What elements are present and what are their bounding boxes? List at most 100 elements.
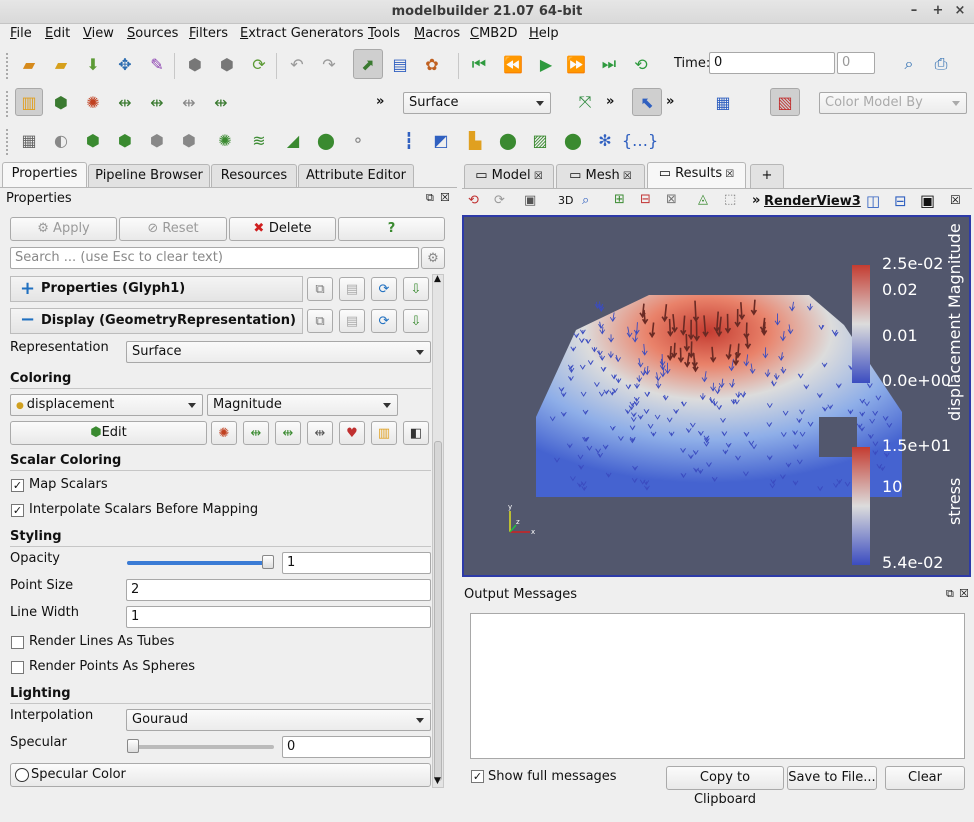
next-frame-icon[interactable]: ⏩ xyxy=(563,51,589,77)
save-state-icon[interactable]: ⬢ xyxy=(214,51,240,77)
palette-icon[interactable]: ✿ xyxy=(419,51,445,77)
camera-sync-icon[interactable]: ▤ xyxy=(387,51,413,77)
close-panel-icon[interactable]: ☒ xyxy=(440,191,450,204)
advanced-gear-icon[interactable]: ⚙ xyxy=(421,247,445,269)
split-horizontal-icon[interactable]: ◫ xyxy=(866,192,880,210)
grid-icon[interactable]: ▦ xyxy=(710,89,736,115)
scroll-up-icon[interactable]: ▲ xyxy=(434,274,441,284)
rainbow-map-icon[interactable]: ▧ xyxy=(770,88,800,116)
load-state-icon[interactable]: ⬢ xyxy=(182,51,208,77)
select-block-icon[interactable]: ⊠ xyxy=(666,192,677,207)
results-tab-close-icon[interactable]: ☒ xyxy=(722,169,734,180)
group-datasets-icon[interactable]: ⬤ xyxy=(313,127,339,153)
color-legend-icon[interactable]: ⬢ xyxy=(48,89,74,115)
camera-orient-icon[interactable]: ⬉ xyxy=(632,88,662,116)
separate-color-map-icon[interactable]: ◧ xyxy=(403,421,429,445)
tab-model[interactable]: ▭ Model ☒ xyxy=(464,164,554,188)
float-panel-icon[interactable]: ⧉ xyxy=(426,191,434,205)
save-display-default-icon[interactable]: ⇩ xyxy=(403,309,429,333)
maximize-view-icon[interactable]: ▣ xyxy=(920,191,935,210)
tab-pipeline-browser[interactable]: Pipeline Browser xyxy=(88,164,210,188)
plot-over-line-icon[interactable]: ◩ xyxy=(428,127,454,153)
rescale-custom-range-icon[interactable]: ⇹ xyxy=(275,421,301,445)
menu-file[interactable]: File xyxy=(10,26,32,41)
redo-icon[interactable]: ↷ xyxy=(316,51,342,77)
view-capture-icon[interactable]: ⟲ xyxy=(468,193,479,208)
tab-results[interactable]: ▭ Results ☒ xyxy=(647,162,746,188)
camera-snapshot-icon[interactable]: ▣ xyxy=(524,193,536,208)
menu-tools[interactable]: Tools xyxy=(368,26,400,41)
open-folder-icon[interactable]: ▰ xyxy=(16,51,42,77)
menu-help[interactable]: Help xyxy=(529,26,559,41)
point-size-input[interactable]: 2 xyxy=(126,579,431,601)
last-frame-icon[interactable]: ⏭ xyxy=(596,51,622,77)
loop-icon[interactable]: ⟲ xyxy=(628,51,654,77)
menu-macros[interactable]: Macros xyxy=(414,26,460,41)
map-scalars-checkbox[interactable]: ✓ xyxy=(11,479,24,492)
reset-camera-icon[interactable]: ⤧ xyxy=(572,89,598,115)
minimize-icon[interactable]: – xyxy=(906,3,922,19)
first-frame-icon[interactable]: ⏮ xyxy=(466,51,492,77)
color-map-editor-icon[interactable]: ▥ xyxy=(15,88,43,116)
grow-selection-icon[interactable]: ◬ xyxy=(698,192,708,207)
paste-display-icon[interactable]: ▤ xyxy=(339,309,365,333)
tab-attribute-editor[interactable]: Attribute Editor xyxy=(298,164,414,188)
render-canvas[interactable]: 2.5e-02 0.02 0.01 0.0e+00 displacement M… xyxy=(464,217,969,575)
select-points-icon[interactable]: ⊟ xyxy=(640,192,651,207)
menu-edit[interactable]: Edit xyxy=(45,26,70,41)
output-messages-text[interactable] xyxy=(470,613,965,759)
render-view[interactable]: 2.5e-02 0.02 0.01 0.0e+00 displacement M… xyxy=(462,215,971,577)
scrollbar-thumb[interactable] xyxy=(434,441,442,781)
coloring-array-select[interactable]: ● displacement xyxy=(10,394,203,416)
copy-to-clipboard-button[interactable]: Copy to Clipboard xyxy=(666,766,784,807)
rescale-view-icon[interactable]: ⇹ xyxy=(208,89,234,115)
extract-subset-icon[interactable]: ⬢ xyxy=(176,127,202,153)
threshold-icon[interactable]: ⬢ xyxy=(144,127,170,153)
rescale-temporal-icon[interactable]: ⇹ xyxy=(144,89,170,115)
disconnect-icon[interactable]: ✎ xyxy=(144,51,170,77)
render-spheres-checkbox[interactable] xyxy=(11,661,24,674)
clear-button[interactable]: Clear xyxy=(885,766,965,790)
toolbar-overflow-icon[interactable]: » xyxy=(376,94,384,109)
interpolation-select[interactable]: Gouraud xyxy=(126,709,431,731)
render-tubes-checkbox[interactable] xyxy=(11,636,24,649)
save-data-icon[interactable]: ⬇ xyxy=(80,51,106,77)
opacity-slider-track[interactable] xyxy=(127,561,274,565)
specular-input[interactable]: 0 xyxy=(282,736,431,758)
zoom-inspect-icon[interactable]: ⌕ xyxy=(896,51,922,77)
representation-combo[interactable]: Surface xyxy=(403,92,551,114)
menu-sources[interactable]: Sources xyxy=(127,26,178,41)
show-full-messages-checkbox[interactable]: ✓ xyxy=(471,770,484,783)
undo-icon[interactable]: ↶ xyxy=(284,51,310,77)
opacity-input[interactable]: 1 xyxy=(282,552,431,574)
timestep-spinbox[interactable]: 0 xyxy=(837,52,875,74)
menu-view[interactable]: View xyxy=(83,26,114,41)
delete-button[interactable]: ✖ Delete xyxy=(229,217,336,241)
interpolate-scalars-checkbox[interactable]: ✓ xyxy=(11,504,24,517)
menu-filters[interactable]: Filters xyxy=(189,26,228,41)
python-calc-icon[interactable]: {…} xyxy=(622,127,658,153)
opacity-slider-handle[interactable] xyxy=(262,555,274,569)
color-reset-icon[interactable]: ✺ xyxy=(211,421,237,445)
output-float-icon[interactable]: ⧉ xyxy=(946,587,954,601)
choose-preset-icon[interactable]: ♥ xyxy=(339,421,365,445)
maximize-icon[interactable]: + xyxy=(930,3,946,19)
line-width-input[interactable]: 1 xyxy=(126,606,431,628)
rescale-visible-icon[interactable]: ⇹ xyxy=(176,89,202,115)
save-default-icon[interactable]: ⇩ xyxy=(403,277,429,301)
specular-slider-handle[interactable] xyxy=(127,739,139,753)
scalar-bar-icon[interactable]: ▥ xyxy=(371,421,397,445)
stream-tracer-icon[interactable]: ≋ xyxy=(246,127,272,153)
open-file-icon[interactable]: ▰ xyxy=(48,51,74,77)
histogram-icon[interactable]: ▙ xyxy=(462,127,488,153)
reset-range-icon[interactable]: ✺ xyxy=(80,89,106,115)
view-toolbar-overflow-icon[interactable]: » xyxy=(752,193,760,208)
help-button[interactable]: ? xyxy=(338,217,445,241)
reset-button[interactable]: ⊘ Reset xyxy=(119,217,227,241)
paste-props-icon[interactable]: ▤ xyxy=(339,277,365,301)
connect-icon[interactable]: ✥ xyxy=(112,51,138,77)
color-model-combo[interactable]: Color Model By xyxy=(819,92,967,114)
coloring-component-select[interactable]: Magnitude xyxy=(207,394,398,416)
menu-extract-generators[interactable]: Extract Generators xyxy=(240,26,364,41)
rescale-data-icon[interactable]: ⇹ xyxy=(243,421,269,445)
